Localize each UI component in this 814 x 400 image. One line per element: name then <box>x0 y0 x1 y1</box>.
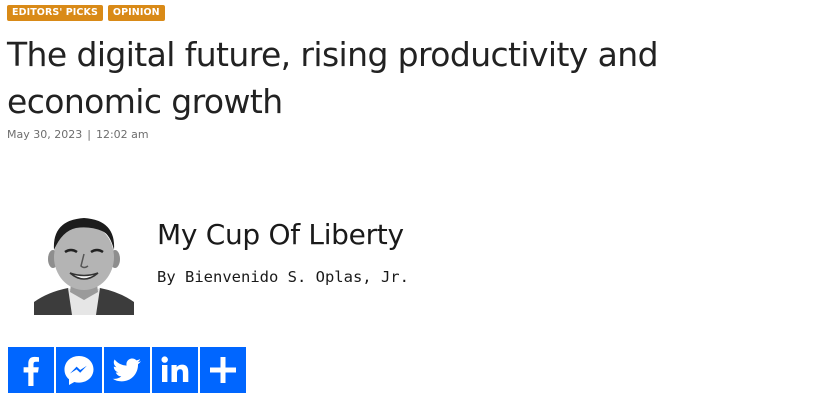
share-facebook-button[interactable] <box>8 347 54 393</box>
tag-editors-picks[interactable]: EDITORS' PICKS <box>7 5 103 21</box>
share-linkedin-button[interactable] <box>152 347 198 393</box>
share-messenger-button[interactable] <box>56 347 102 393</box>
tag-opinion[interactable]: OPINION <box>107 5 165 21</box>
category-tags: EDITORS' PICKS OPINION <box>7 5 165 21</box>
linkedin-icon <box>152 347 198 393</box>
share-twitter-button[interactable] <box>104 347 150 393</box>
share-more-button[interactable] <box>200 347 246 393</box>
author-byline: By Bienvenido S. Oplas, Jr. <box>157 268 409 286</box>
meta-separator: | <box>87 128 91 141</box>
facebook-icon <box>8 347 54 393</box>
article-meta: May 30, 2023 | 12:02 am <box>7 128 149 141</box>
column-title: My Cup Of Liberty <box>157 218 404 251</box>
publish-time: 12:02 am <box>95 128 149 141</box>
article-title: The digital future, rising productivity … <box>7 35 659 121</box>
publish-date: May 30, 2023 <box>7 128 83 141</box>
plus-icon <box>200 347 246 393</box>
twitter-icon <box>104 347 150 393</box>
share-bar <box>8 347 246 393</box>
messenger-icon <box>56 347 102 393</box>
author-photo <box>34 214 134 315</box>
